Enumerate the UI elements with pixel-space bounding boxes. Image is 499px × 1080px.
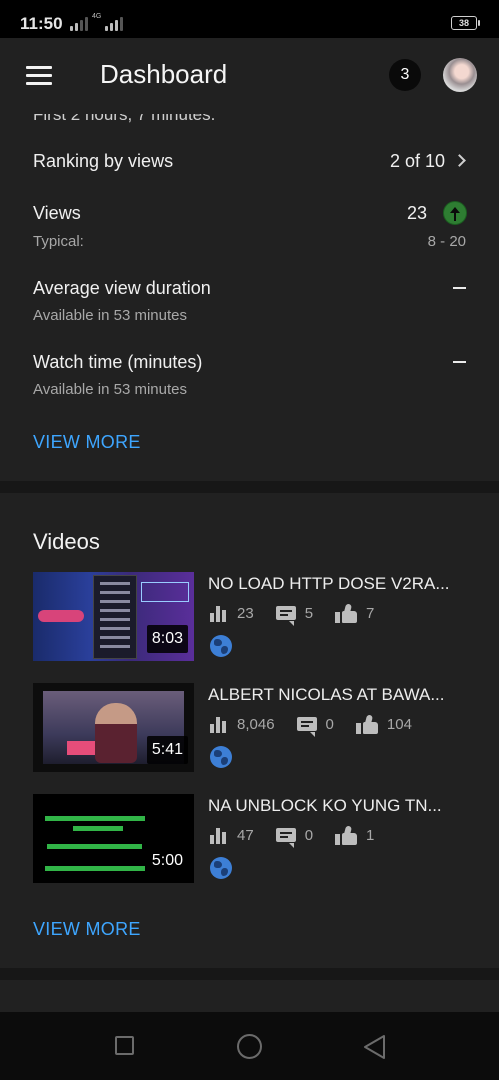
watch-time-value: [453, 361, 466, 363]
bar-chart-icon: [210, 827, 228, 844]
views-count: 8,046: [237, 716, 275, 733]
globe-icon: [210, 635, 232, 657]
views-label: Views: [33, 203, 81, 223]
video-item[interactable]: 5:41 ALBERT NICOLAS AT BAWA... 8,046 0 1…: [33, 683, 473, 773]
video-item[interactable]: 8:03 NO LOAD HTTP DOSE V2RA... 23 5 7: [33, 572, 473, 662]
view-more-button[interactable]: VIEW MORE: [33, 919, 141, 940]
avg-view-duration-value: [453, 287, 466, 289]
typical-label: Typical:: [33, 233, 84, 250]
watch-time-sub: Available in 53 minutes: [33, 381, 187, 398]
back-button[interactable]: [362, 1034, 388, 1060]
ranking-value: 2 of 10: [389, 151, 445, 171]
network-type: 4G: [92, 13, 102, 20]
video-stats: 8,046 0 104: [210, 714, 434, 737]
video-thumbnail: 8:03: [33, 572, 194, 661]
video-item[interactable]: 5:00 NA UNBLOCK KO YUNG TN... 47 0 1: [33, 794, 473, 884]
view-more-button[interactable]: VIEW MORE: [33, 432, 141, 453]
globe-icon: [210, 857, 232, 879]
videos-card: Videos 8:03 NO LOAD HTTP DOSE V2RA... 23…: [0, 493, 499, 968]
likes-count: 1: [366, 827, 375, 844]
signal-icons: 4G: [70, 13, 124, 31]
video-stats: 47 0 1: [210, 825, 396, 848]
app-bar: Dashboard 3: [0, 38, 499, 114]
likes-count: 7: [366, 605, 375, 622]
comments-count: 5: [304, 605, 314, 622]
comments-count: 0: [304, 827, 314, 844]
recents-button[interactable]: [115, 1036, 134, 1055]
notification-badge[interactable]: 3: [389, 59, 421, 91]
thumbs-up-icon: [355, 714, 378, 734]
video-duration: 8:03: [146, 625, 188, 653]
views-value: 23: [406, 203, 427, 223]
video-title: NO LOAD HTTP DOSE V2RA...: [208, 574, 450, 593]
video-duration: 5:41: [146, 736, 188, 764]
video-thumbnail: 5:00: [33, 794, 194, 883]
comment-icon: [296, 716, 317, 737]
divider: [0, 968, 499, 980]
thumbs-up-icon: [335, 825, 358, 845]
avg-view-duration-label: Average view duration: [33, 278, 211, 298]
comment-icon: [275, 827, 296, 848]
views-count: 47: [237, 827, 254, 844]
avatar[interactable]: [443, 58, 477, 92]
partial-summary-text: First 2 hours, 7 minutes.: [33, 114, 216, 124]
avg-view-duration-sub: Available in 53 minutes: [33, 307, 187, 324]
home-button[interactable]: [237, 1034, 262, 1059]
bar-chart-icon: [210, 605, 228, 622]
video-thumbnail: 5:41: [33, 683, 194, 772]
status-bar: 11:50 4G 38: [0, 0, 499, 38]
video-duration: 5:00: [146, 847, 188, 875]
divider: [0, 481, 499, 493]
bar-chart-icon: [210, 716, 228, 733]
ranking-label: Ranking by views: [33, 151, 174, 171]
globe-icon: [210, 746, 232, 768]
realtime-summary-card: First 2 hours, 7 minutes. Ranking by vie…: [0, 114, 499, 481]
likes-count: 104: [386, 716, 412, 733]
comment-icon: [275, 605, 296, 626]
status-time: 11:50: [20, 14, 63, 33]
video-title: ALBERT NICOLAS AT BAWA...: [208, 685, 445, 704]
video-title: NA UNBLOCK KO YUNG TN...: [208, 796, 442, 815]
video-stats: 23 5 7: [210, 603, 396, 626]
watch-time-label: Watch time (minutes): [33, 352, 203, 372]
typical-range: 8 - 20: [427, 233, 466, 250]
views-count: 23: [237, 605, 254, 622]
section-title: Videos: [33, 529, 100, 554]
chevron-right-icon: [453, 154, 466, 167]
thumbs-up-icon: [335, 603, 358, 623]
next-card: [0, 980, 499, 1012]
ranking-value-wrap: 2 of 10: [389, 151, 466, 172]
battery-icon: 38: [451, 16, 480, 30]
arrow-up-icon: [443, 201, 467, 225]
page-title: Dashboard: [100, 59, 228, 89]
system-nav-bar: [0, 1012, 499, 1080]
comments-count: 0: [325, 716, 334, 733]
menu-icon[interactable]: [26, 66, 52, 85]
